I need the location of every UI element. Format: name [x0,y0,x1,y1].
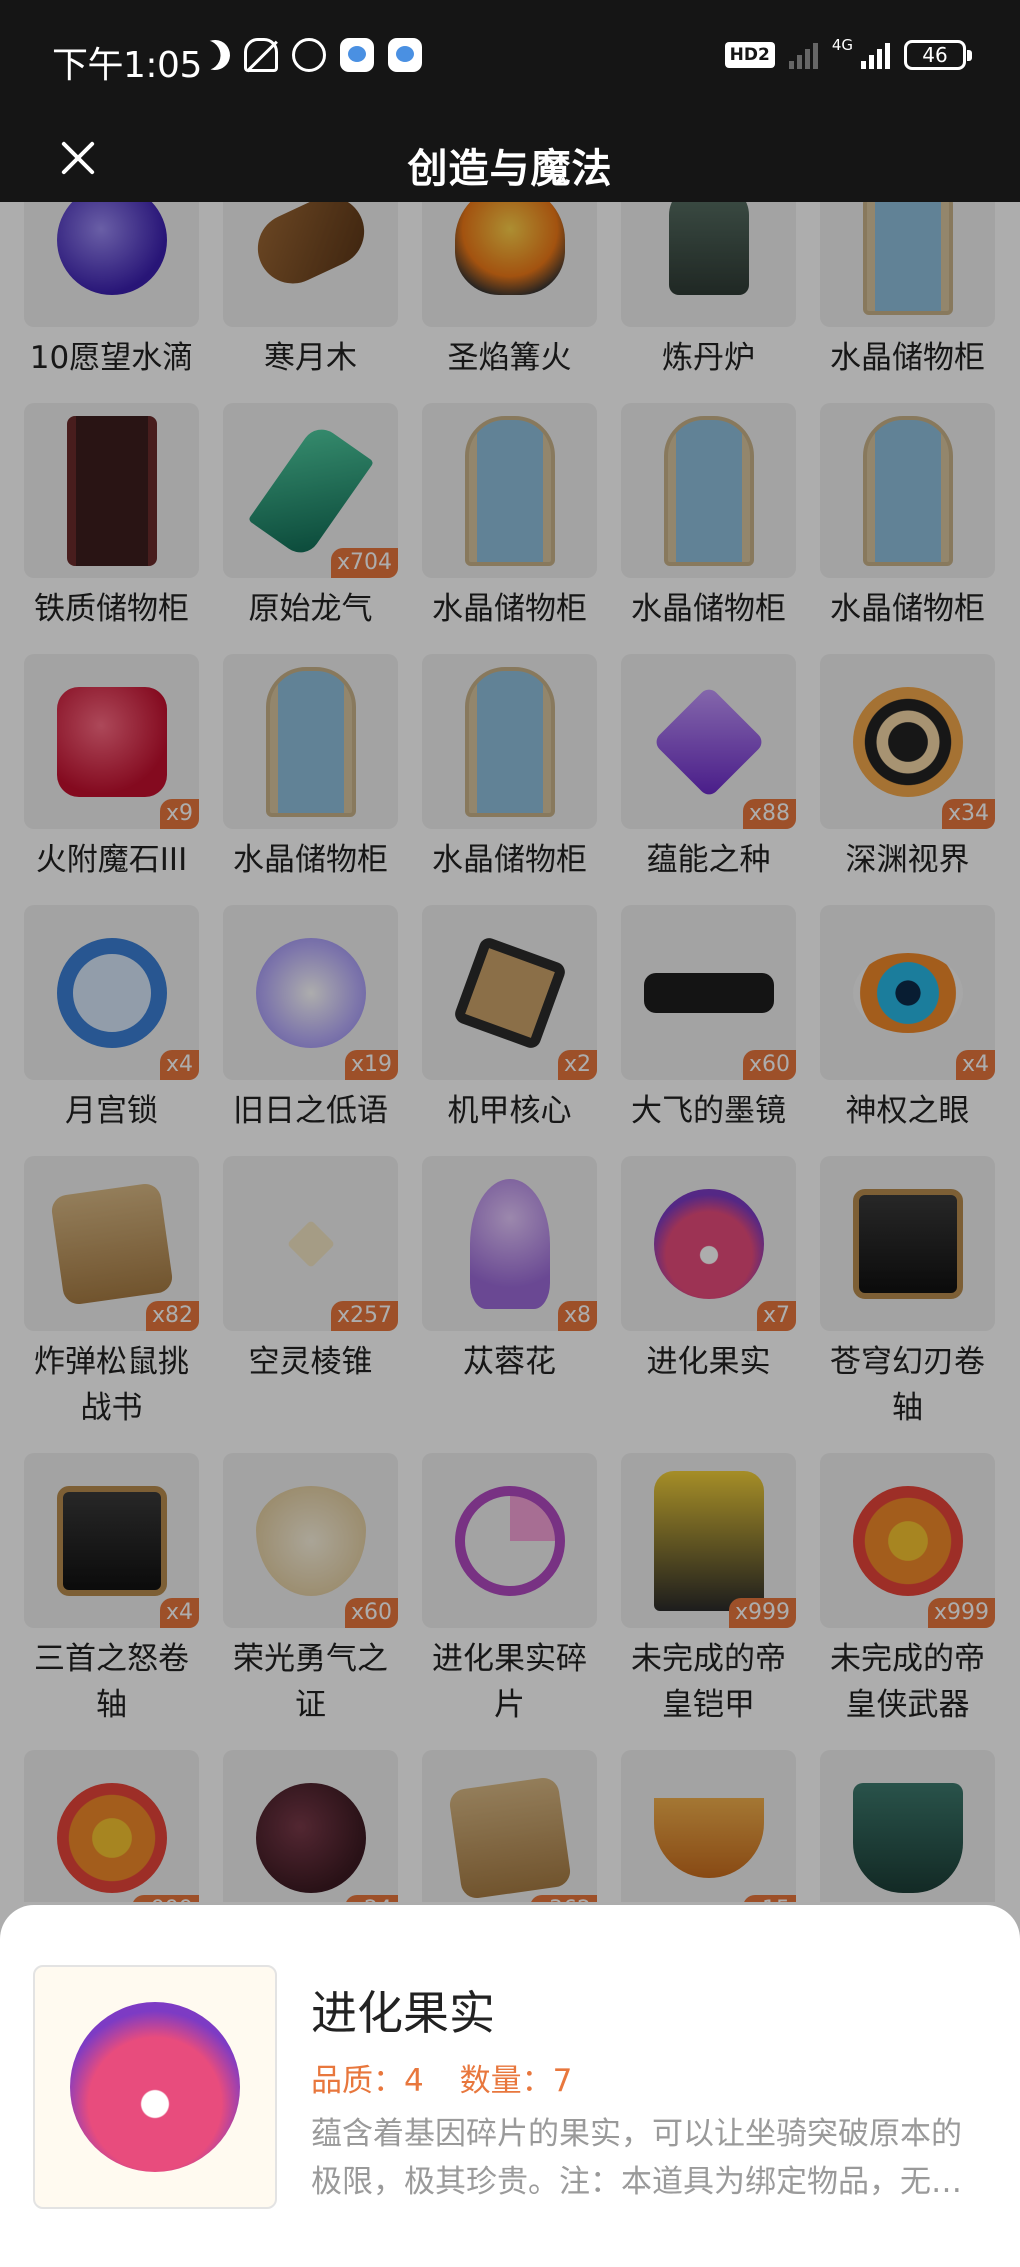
app-notification-icon [340,38,374,72]
app-notification-icon [388,38,422,72]
detail-meta: 品质：4 数量：7 [311,2055,598,2100]
detail-thumbnail [33,1965,277,2209]
detail-count: 数量：7 [459,2063,573,2099]
status-icons-right: HD2 4G 46 [724,36,972,70]
network-label: 4G [831,36,853,54]
moon-icon [196,36,234,74]
status-icons-left [200,38,422,72]
detail-title: 进化果实 [311,1986,495,2040]
page-title: 创造与魔法 [407,146,613,192]
signal-icon [788,41,818,69]
detail-quality: 品质：4 [311,2063,424,2099]
muted-bell-icon [244,38,278,72]
status-bar: 下午1:05 HD2 4G 46 [0,0,1020,116]
signal-icon [861,41,890,69]
berry-icon [70,2002,240,2172]
hd-badge: HD2 [724,42,775,68]
status-time: 下午1:05 [52,45,202,86]
alarm-icon [292,38,326,72]
detail-description: 蕴含着基因碎片的果实，可以让坐骑突破原本的极限，极其珍贵。注：本道具为绑定物品，… [311,2116,962,2200]
item-detail-sheet: 进化果实 品质：4 数量：7 蕴含着基因碎片的果实，可以让坐骑突破原本的极限，极… [0,1905,1020,2267]
header: 创造与魔法 [0,116,1020,202]
battery-icon: 46 [904,40,972,70]
